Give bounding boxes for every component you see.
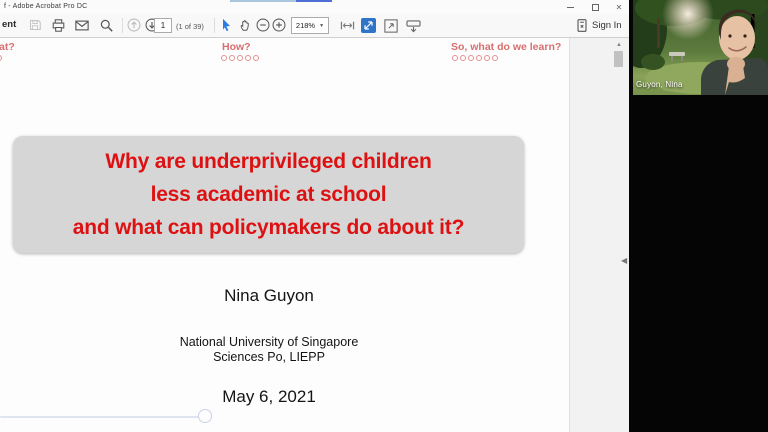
slide-author: Nina Guyon [0, 286, 538, 306]
vertical-scrollbar-thumb[interactable] [614, 51, 623, 67]
progress-dot [237, 55, 243, 61]
slide-date: May 6, 2021 [0, 387, 538, 407]
horizontal-scrollbar-track[interactable] [0, 416, 208, 418]
minimize-icon [567, 7, 574, 8]
slide-title-line: less academic at school [13, 178, 524, 211]
progress-dot [221, 55, 227, 61]
fit-width-button[interactable] [340, 19, 355, 32]
hand-tool-button[interactable] [239, 18, 252, 32]
zoom-in-button[interactable] [272, 18, 286, 32]
screen-edge-accent [296, 0, 332, 2]
fullscreen-button[interactable] [384, 19, 398, 33]
zoom-out-icon [256, 18, 270, 32]
window-titlebar[interactable]: f - Adobe Acrobat Pro DC ✕ [0, 0, 629, 14]
toolbar-divider [214, 18, 215, 33]
fullscreen-icon [384, 19, 398, 33]
pdf-page[interactable]: at? How? So, what do we learn? Why are u… [0, 38, 569, 432]
fit-page-icon [361, 18, 376, 33]
progress-dot [484, 55, 490, 61]
sign-in-button[interactable]: Sign In [592, 20, 622, 31]
acrobat-toolbar: ent 1 (1 of 39) [0, 14, 629, 38]
page-count-label: (1 of 39) [176, 22, 204, 31]
save-button[interactable] [29, 19, 41, 31]
save-icon [29, 19, 41, 31]
participant-name-label: Guyon, Nina [636, 80, 683, 89]
maximize-icon [592, 4, 599, 11]
slide-title-line: Why are underprivileged children [13, 145, 524, 178]
close-icon: ✕ [616, 4, 623, 12]
presentation-mode-button[interactable] [406, 20, 421, 33]
progress-dot [253, 55, 259, 61]
nav-header-what[interactable]: at? [0, 41, 15, 53]
pdf-gutter: ▲ ◀ [569, 38, 629, 432]
hand-tool-icon [239, 18, 252, 32]
window-title: f - Adobe Acrobat Pro DC [4, 3, 87, 10]
print-button[interactable] [52, 19, 65, 32]
zoom-in-icon [272, 18, 286, 32]
horizontal-scrollbar-thumb[interactable] [198, 409, 212, 423]
email-button[interactable] [75, 20, 89, 31]
nav-dots-how [221, 55, 259, 61]
progress-dot [452, 55, 458, 61]
panel-collapse-icon[interactable]: ◀ [621, 256, 627, 265]
search-icon [100, 19, 113, 32]
page-number-input[interactable]: 1 [154, 18, 172, 33]
presentation-screen-icon [406, 20, 421, 33]
maximize-button[interactable] [587, 2, 603, 13]
meeting-sidebar: Guyon, Nina [629, 0, 768, 432]
select-cursor-icon [221, 18, 232, 32]
nav-header-how[interactable]: How? [222, 41, 251, 53]
select-tool-button[interactable] [221, 18, 232, 32]
email-icon [75, 20, 89, 31]
fit-width-icon [340, 19, 355, 32]
chevron-down-icon: ▼ [319, 23, 324, 29]
page-up-icon [127, 18, 141, 32]
progress-dot [460, 55, 466, 61]
screen-edge-strip [230, 0, 296, 2]
nav-dots-what [0, 55, 2, 61]
previous-page-button[interactable] [127, 18, 141, 32]
slide-title-box: Why are underprivileged children less ac… [13, 136, 524, 253]
scroll-up-arrow-icon[interactable]: ▲ [616, 42, 622, 48]
toolbar-divider [122, 18, 123, 33]
slide-affiliation-1: National University of Singapore [0, 335, 538, 349]
webcam-video[interactable]: Guyon, Nina [633, 0, 768, 95]
slide-affiliation-2: Sciences Po, LIEPP [0, 350, 538, 364]
progress-dot [492, 55, 498, 61]
progress-dot [468, 55, 474, 61]
slide-title-line: and what can policymakers do about it? [13, 211, 524, 244]
nav-dots-learn [452, 55, 498, 61]
fit-page-button-active[interactable] [361, 18, 376, 33]
print-icon [52, 19, 65, 32]
zoom-out-button[interactable] [256, 18, 270, 32]
acrobat-window: f - Adobe Acrobat Pro DC ✕ ent [0, 0, 629, 432]
progress-dot [229, 55, 235, 61]
progress-dot [0, 55, 2, 61]
sign-in-icon [577, 19, 587, 32]
zoom-level-dropdown[interactable]: 218% ▼ [291, 17, 329, 34]
document-tab-label[interactable]: ent [2, 19, 16, 30]
search-button[interactable] [100, 19, 113, 32]
progress-dot [245, 55, 251, 61]
zoom-level-value: 218% [296, 21, 315, 30]
nav-header-learn[interactable]: So, what do we learn? [451, 41, 561, 53]
minimize-button[interactable] [562, 2, 578, 13]
close-button[interactable]: ✕ [611, 2, 627, 13]
shared-screen: f - Adobe Acrobat Pro DC ✕ ent [0, 0, 768, 432]
progress-dot [476, 55, 482, 61]
